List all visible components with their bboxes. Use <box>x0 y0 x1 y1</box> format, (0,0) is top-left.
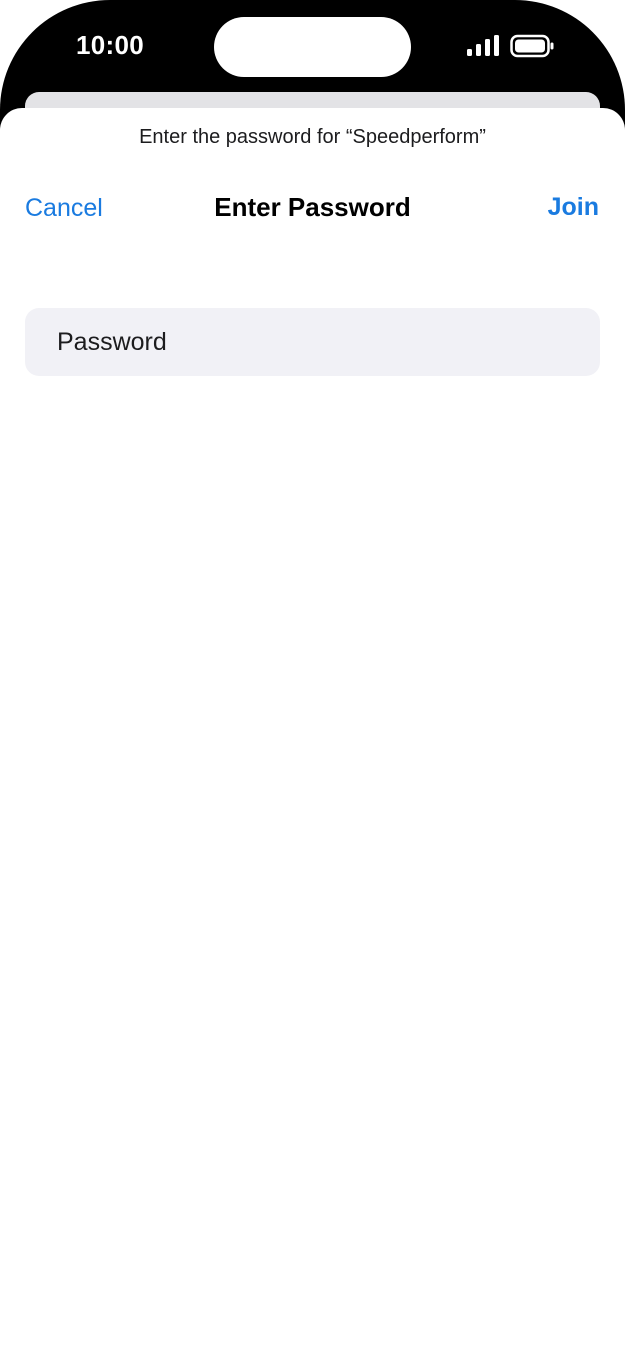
network-password-prompt: Enter the password for “Speedperform” <box>139 126 486 148</box>
device-screen: 10:00 Enter the password for “Speedperfo… <box>0 0 625 1356</box>
password-sheet: Enter the password for “Speedperform” Ca… <box>0 108 625 1356</box>
cellular-signal-icon <box>467 35 499 56</box>
dynamic-island <box>214 17 411 77</box>
password-input[interactable] <box>25 308 600 376</box>
status-time: 10:00 <box>76 30 144 60</box>
password-field[interactable] <box>25 308 600 376</box>
join-button[interactable]: Join <box>548 193 599 222</box>
cancel-button[interactable]: Cancel <box>25 194 103 223</box>
battery-icon <box>510 34 554 58</box>
